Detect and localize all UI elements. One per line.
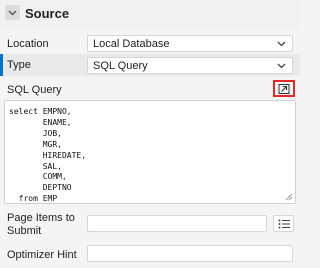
optimizer-hint-label: Optimizer Hint: [7, 249, 77, 261]
page-items-list-button[interactable]: [273, 215, 294, 232]
page-items-label: Page Items to Submit: [7, 212, 75, 237]
type-select[interactable]: SQL Query: [87, 57, 293, 74]
sql-code-editor[interactable]: select EMPNO, ENAME, JOB, MGR, HIREDATE,…: [4, 100, 296, 204]
location-label: Location: [7, 38, 49, 50]
list-icon: [278, 219, 290, 229]
optimizer-hint-input[interactable]: [87, 245, 293, 262]
location-select[interactable]: Local Database: [87, 35, 293, 52]
section-header[interactable]: Source: [0, 0, 300, 30]
expand-code-editor-button[interactable]: [273, 80, 295, 97]
sql-code-text[interactable]: select EMPNO, ENAME, JOB, MGR, HIREDATE,…: [5, 101, 295, 203]
type-value: SQL Query: [93, 60, 148, 72]
sql-query-label: SQL Query: [7, 84, 62, 96]
location-value: Local Database: [93, 38, 170, 50]
collapse-chevron-icon[interactable]: [5, 5, 20, 20]
chevron-down-icon: [277, 63, 286, 69]
chevron-down-icon: [277, 41, 286, 47]
page-items-input[interactable]: [87, 215, 267, 232]
section-title: Source: [25, 6, 70, 21]
active-row-indicator: [0, 54, 3, 76]
type-label: Type: [7, 59, 31, 71]
expand-arrow-icon: [278, 84, 290, 94]
resize-handle-icon[interactable]: [285, 193, 293, 201]
